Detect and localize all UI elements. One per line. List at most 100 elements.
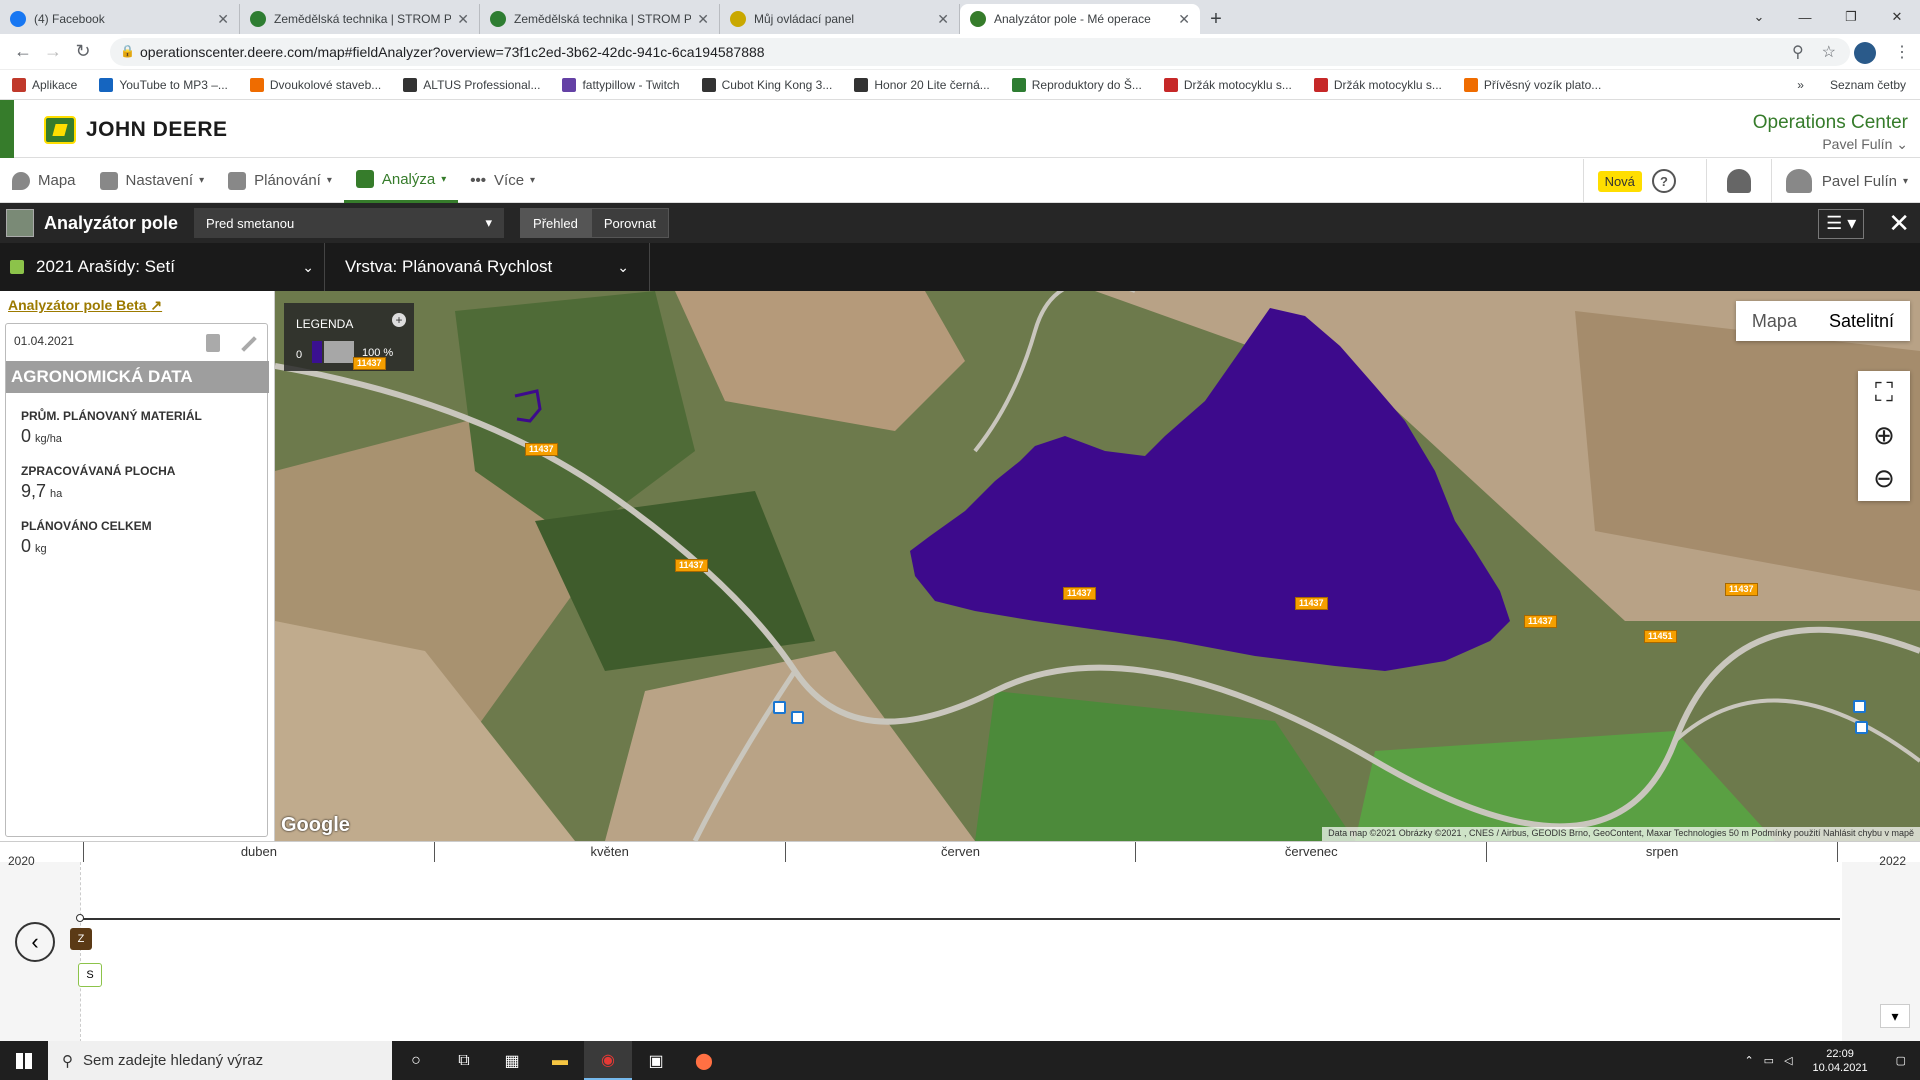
bookmark[interactable]: Držák motocyklu s...: [1313, 77, 1442, 92]
chevron-left-icon[interactable]: ‹: [15, 922, 55, 962]
more-bookmarks-button[interactable]: »: [1797, 78, 1804, 92]
bookmark[interactable]: Přívěsný vozík plato...: [1463, 77, 1601, 92]
network-icon[interactable]: ▭: [1764, 1054, 1774, 1067]
org-user-menu[interactable]: Pavel Fulín ⌄: [1753, 136, 1908, 153]
beta-link[interactable]: Analyzátor pole Beta ↗: [8, 297, 162, 314]
windows-start-icon[interactable]: [0, 1041, 48, 1080]
fit-extent-icon[interactable]: ⛶: [1858, 371, 1910, 414]
menu-item-analyza[interactable]: Analýza ▾: [343, 159, 459, 203]
bus-stop-icon[interactable]: [773, 701, 786, 714]
app-icon[interactable]: ⬤: [680, 1041, 728, 1080]
photos-icon[interactable]: ▣: [632, 1041, 680, 1080]
bookmark-icon: [403, 77, 418, 92]
chrome-icon[interactable]: ◉: [584, 1041, 632, 1080]
pencil-icon[interactable]: [241, 336, 257, 352]
menu-right: Nová ? Pavel Fulín ▾: [1582, 159, 1920, 203]
menu-item-nastaveni[interactable]: Nastavení ▾: [88, 159, 217, 203]
new-badge[interactable]: Nová: [1597, 170, 1642, 192]
road-label: 11437: [1295, 597, 1328, 610]
zoom-out-icon[interactable]: ⊖: [1858, 457, 1910, 500]
bookmark[interactable]: Dvoukolové staveb...: [249, 77, 381, 92]
close-tab-icon[interactable]: ✕: [1178, 11, 1190, 28]
new-tab-button[interactable]: +: [1200, 4, 1232, 34]
bookmark[interactable]: Držák motocyklu s...: [1163, 77, 1292, 92]
bell-icon[interactable]: [1726, 169, 1751, 193]
file-explorer-icon[interactable]: ▬: [536, 1041, 584, 1080]
star-icon[interactable]: ☆: [1822, 42, 1836, 64]
url-field[interactable]: 🔒 operationscenter.deere.com/map#fieldAn…: [110, 38, 1850, 66]
operations-center-title: Operations Center Pavel Fulín ⌄: [1752, 112, 1908, 153]
bus-stop-icon[interactable]: [1855, 721, 1868, 734]
bus-stop-icon[interactable]: [791, 711, 804, 724]
close-tab-icon[interactable]: ✕: [937, 11, 949, 28]
browser-tab[interactable]: (4) Facebook ✕: [0, 4, 240, 34]
timeline-handle[interactable]: [76, 914, 84, 922]
tray-overflow-icon[interactable]: ⌃: [1744, 1054, 1753, 1067]
reading-list-button[interactable]: Seznam četby: [1830, 78, 1906, 92]
close-window-icon[interactable]: ✕: [1874, 0, 1920, 34]
profile-avatar[interactable]: [1854, 42, 1876, 64]
tab-search-icon[interactable]: ⌄: [1736, 0, 1782, 34]
volume-icon[interactable]: ◁: [1784, 1054, 1792, 1067]
bookmark[interactable]: ALTUS Professional...: [403, 77, 540, 92]
browser-tab-active[interactable]: Analyzátor pole - Mé operace ✕: [960, 4, 1200, 34]
location-icon[interactable]: ⚲: [1792, 42, 1804, 64]
trash-icon[interactable]: [206, 334, 220, 352]
bookmark[interactable]: Cubot King Kong 3...: [701, 77, 832, 92]
bookmark[interactable]: Honor 20 Lite černá...: [854, 77, 990, 92]
map-type-map-button[interactable]: Mapa: [1736, 301, 1813, 341]
field-select[interactable]: Pred smetanou ▾: [194, 208, 505, 238]
task-view-icon[interactable]: ⧉: [440, 1041, 488, 1080]
bus-stop-icon[interactable]: [1853, 700, 1866, 713]
browser-tab[interactable]: Zemědělská technika | STROM PR ✕: [480, 4, 720, 34]
satellite-map[interactable]: LEGENDA + 0 100 % Mapa Satelitní ⛶ ⊕ ⊖ 1…: [275, 291, 1920, 841]
google-logo: Google: [281, 814, 350, 836]
map-attribution[interactable]: Data map ©2021 Obrázky ©2021 , CNES / Ai…: [1322, 827, 1920, 841]
close-tab-icon[interactable]: ✕: [697, 11, 709, 28]
timeline-track[interactable]: [80, 918, 1840, 920]
compare-button[interactable]: Porovnat: [590, 208, 669, 238]
map-type-satellite-button[interactable]: Satelitní: [1813, 301, 1910, 341]
minimize-icon[interactable]: —: [1782, 0, 1828, 34]
bookmark[interactable]: Reproduktory do Š...: [1011, 77, 1142, 92]
forward-icon[interactable]: →: [38, 41, 68, 62]
john-deere-logo[interactable]: JOHN DEERE: [44, 116, 228, 144]
bookmark[interactable]: YouTube to MP3 –...: [99, 77, 228, 92]
road-label: 11437: [353, 357, 386, 370]
kebab-menu-icon[interactable]: ⋮: [1894, 42, 1910, 64]
browser-tab[interactable]: Můj ovládací panel ✕: [720, 4, 960, 34]
taskbar-clock[interactable]: 22:09 10.04.2021: [1813, 1047, 1868, 1075]
operation-badge-s[interactable]: S: [78, 963, 102, 987]
zoom-in-icon[interactable]: ⊕: [1858, 414, 1910, 457]
taskbar-search-input[interactable]: ⚲ Sem zadejte hledaný výraz: [48, 1041, 392, 1080]
chevron-down-icon[interactable]: ▾: [1880, 1004, 1910, 1028]
close-icon[interactable]: ✕: [1888, 208, 1910, 239]
lock-icon[interactable]: 🔒: [120, 44, 135, 58]
reload-icon[interactable]: ↻: [68, 41, 98, 62]
browser-tab[interactable]: Zemědělská technika | STROM PR ✕: [240, 4, 480, 34]
close-tab-icon[interactable]: ✕: [457, 11, 469, 28]
legend-expand-icon[interactable]: +: [392, 313, 406, 327]
layer-select[interactable]: Vrstva: Plánovaná Rychlost ⌄: [325, 243, 650, 291]
operation-select[interactable]: 2021 Arašídy: Setí ⌄: [0, 243, 325, 291]
back-icon[interactable]: ←: [8, 41, 38, 62]
bookmark-apps[interactable]: Aplikace: [12, 77, 77, 92]
operation-badge-z[interactable]: Z: [70, 928, 92, 950]
user-menu[interactable]: Pavel Fulín ▾: [1772, 169, 1920, 193]
notifications-icon[interactable]: ▢: [1896, 1054, 1906, 1067]
menu-item-planovani[interactable]: Plánování ▾: [216, 159, 344, 203]
bookmark[interactable]: fattypillow - Twitch: [562, 77, 680, 92]
year-end-label[interactable]: 2022: [1879, 854, 1906, 868]
hamburger-menu-icon[interactable]: ☰ ▾: [1818, 208, 1865, 239]
overview-button[interactable]: Přehled: [520, 208, 591, 238]
cortana-icon[interactable]: ○: [392, 1041, 440, 1080]
chevron-down-icon: ▾: [326, 175, 332, 186]
restore-icon[interactable]: ❐: [1828, 0, 1874, 34]
year-start-label[interactable]: 2020: [8, 854, 35, 868]
menu-item-mapa[interactable]: Mapa: [0, 159, 88, 203]
help-icon[interactable]: ?: [1651, 169, 1676, 193]
calculator-icon[interactable]: ▦: [488, 1041, 536, 1080]
close-tab-icon[interactable]: ✕: [217, 11, 229, 28]
menu-item-vice[interactable]: ••• Více ▾: [458, 159, 547, 203]
map-legend: LEGENDA + 0 100 %: [284, 303, 414, 371]
